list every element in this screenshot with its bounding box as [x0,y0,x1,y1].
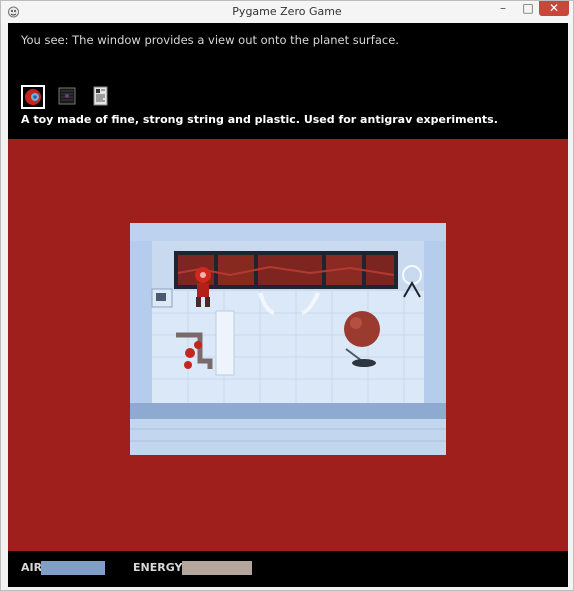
game-window: Pygame Zero Game – □ ✕ You see: The wind… [0,0,574,591]
air-label: AIR [21,561,43,574]
lower-ledge [130,403,446,419]
air-meter-bar [41,561,105,575]
maximize-button[interactable]: □ [517,1,539,17]
room-view[interactable] [130,223,446,455]
play-area[interactable] [8,139,568,551]
inventory-slot-yoyo[interactable] [21,85,45,109]
window-pane-2 [218,255,254,285]
top-hud: You see: The window provides a view out … [8,23,568,139]
title-bar[interactable]: Pygame Zero Game – □ ✕ [1,1,573,23]
energy-label: ENERGY [133,561,183,574]
pillar [215,310,235,376]
bottom-hud: AIR ENERGY [8,551,568,587]
floor [152,291,424,403]
minimize-button[interactable]: – [489,1,517,17]
window-title: Pygame Zero Game [232,5,342,18]
energy-meter-bar [182,561,252,575]
pipe-valve-1 [185,348,195,358]
left-wall [130,241,152,409]
red-yoyo-icon [25,89,41,105]
pipe-valve-3 [184,361,192,369]
right-wall [424,241,446,409]
inventory-slot-3[interactable] [89,85,113,109]
window-pane-5 [366,255,394,285]
selected-item-description: A toy made of fine, strong string and pl… [21,113,498,126]
document-icon [93,86,108,106]
game-canvas[interactable]: You see: The window provides a view out … [8,23,568,587]
lower-corridor [130,419,446,455]
top-wall [130,223,446,241]
inventory-slot-2[interactable] [56,85,80,109]
pipe-valve-2 [194,341,202,349]
close-button[interactable]: ✕ [539,1,569,16]
dark-panel-icon [58,87,76,105]
console-screen [156,293,166,301]
you-see-text: You see: The window provides a view out … [21,33,399,47]
